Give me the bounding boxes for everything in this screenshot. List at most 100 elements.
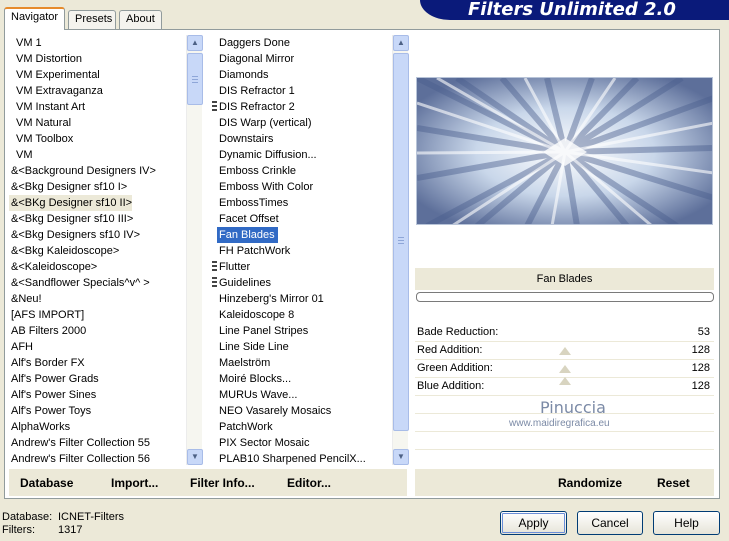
tab-label: Navigator [11,11,59,23]
filter-item[interactable]: Dynamic Diffusion... [212,147,392,163]
filter-item[interactable]: Line Panel Stripes [212,323,392,339]
filter-label: Facet Offset [219,213,279,225]
filter-item[interactable]: DIS Warp (vertical) [212,115,392,131]
category-item[interactable]: VM [9,147,186,163]
grip-icon [212,277,217,289]
category-item[interactable]: AlphaWorks [9,419,186,435]
filter-item[interactable]: Emboss Crinkle [212,163,392,179]
filter-label: PLAB10 Sharpened PencilX... [219,453,366,465]
category-item[interactable]: VM Extravaganza [9,83,186,99]
category-item[interactable]: Alf's Power Grads [9,371,186,387]
filter-item[interactable]: PatchWork [212,419,392,435]
param-label: Red Addition: [417,344,483,356]
filter-item[interactable]: PIX Sector Mosaic [212,435,392,451]
category-item[interactable]: Alf's Border FX [9,355,186,371]
filter-label: Daggers Done [219,37,290,49]
param-label: Bade Reduction: [417,326,499,338]
category-item[interactable]: &<Sandflower Specials^v^ > [9,275,186,291]
category-item[interactable]: &<Bkg Designers sf10 IV> [9,227,186,243]
category-item[interactable]: Alf's Power Toys [9,403,186,419]
category-item[interactable]: AB Filters 2000 [9,323,186,339]
editor-button[interactable]: Editor... [287,476,331,490]
category-item[interactable]: &Neu! [9,291,186,307]
category-item[interactable]: &<Bkg Designer sf10 I> [9,179,186,195]
scroll-down-icon[interactable]: ▼ [393,449,409,465]
filter-label: FH PatchWork [219,245,291,257]
filter-item[interactable]: Fan Blades [212,227,392,243]
filter-item[interactable]: Maelström [212,355,392,371]
category-item[interactable]: &<Background Designers IV> [9,163,186,179]
filter-item[interactable]: DIS Refractor 2 [212,99,392,115]
watermark-name: Pinuccia [540,398,606,417]
category-item[interactable]: VM Distortion [9,51,186,67]
category-item[interactable]: [AFS IMPORT] [9,307,186,323]
filter-item[interactable]: Guidelines [212,275,392,291]
category-item[interactable]: &<Kaleidoscope> [9,259,186,275]
filter-label: DIS Refractor 2 [219,101,295,113]
randomize-button[interactable]: Randomize [558,476,622,490]
tab-navigator[interactable]: Navigator [4,7,65,30]
import-button[interactable]: Import... [111,476,158,490]
filter-label: DIS Refractor 1 [219,85,295,97]
filter-item[interactable]: NEO Vasarely Mosaics [212,403,392,419]
tab-about[interactable]: About [119,10,162,29]
filter-item[interactable]: PLAB10 Sharpened PencilX... [212,451,392,467]
filter-item[interactable]: DIS Refractor 1 [212,83,392,99]
filter-label: NEO Vasarely Mosaics [219,405,332,417]
category-item[interactable]: VM Toolbox [9,131,186,147]
filter-label: PatchWork [219,421,273,433]
scroll-thumb[interactable] [187,53,203,105]
category-list[interactable]: VM 1 VM Distortion VM Experimental VM Extra… [9,35,186,465]
category-item[interactable]: VM Natural [9,115,186,131]
apply-button[interactable]: Apply [500,511,567,535]
category-scrollbar[interactable]: ▲ ▼ [186,35,203,465]
filter-item[interactable]: EmbossTimes [212,195,392,211]
category-item[interactable]: Andrew's Filter Collection 55 [9,435,186,451]
filter-scrollbar[interactable]: ▲ ▼ [392,35,409,465]
filter-item[interactable]: Kaleidoscope 8 [212,307,392,323]
category-item[interactable]: VM Instant Art [9,99,186,115]
filters-label: Filters: [2,524,35,536]
slider-marker-icon [558,345,572,385]
scroll-up-icon[interactable]: ▲ [393,35,409,51]
filter-item[interactable]: Emboss With Color [212,179,392,195]
category-item[interactable]: &<Bkg Designer sf10 III> [9,211,186,227]
category-item[interactable]: AFH [9,339,186,355]
filter-item[interactable]: Diamonds [212,67,392,83]
scroll-down-icon[interactable]: ▼ [187,449,203,465]
filter-info-button[interactable]: Filter Info... [190,476,255,490]
category-item[interactable]: Andrew's Filter Collection 56 [9,451,186,467]
filter-item[interactable]: Moiré Blocks... [212,371,392,387]
category-item[interactable]: VM Experimental [9,67,186,83]
tab-label: Presets [75,13,113,25]
filter-label: EmbossTimes [219,197,289,209]
param-value: 128 [691,362,710,374]
category-item[interactable]: Alf's Power Sines [9,387,186,403]
filter-item[interactable]: Line Side Line [212,339,392,355]
filter-item[interactable]: Facet Offset [212,211,392,227]
progress-bar [416,292,714,302]
watermark-url: www.maidiregrafica.eu [509,418,610,429]
filter-item[interactable]: Downstairs [212,131,392,147]
filter-item[interactable]: Flutter [212,259,392,275]
filter-item[interactable]: Daggers Done [212,35,392,51]
scroll-up-icon[interactable]: ▲ [187,35,203,51]
filter-item[interactable]: Hinzeberg's Mirror 01 [212,291,392,307]
database-button[interactable]: Database [20,476,73,490]
filter-label: PIX Sector Mosaic [219,437,310,449]
scroll-thumb[interactable] [393,53,409,431]
filter-list[interactable]: Daggers Done Diagonal Mirror Diamonds DIS R… [212,35,392,465]
filter-item[interactable]: MURUs Wave... [212,387,392,403]
filter-item[interactable]: FH PatchWork [212,243,392,259]
filter-label: Line Panel Stripes [219,325,309,337]
cancel-button[interactable]: Cancel [577,511,643,535]
reset-button[interactable]: Reset [657,476,690,490]
filter-item[interactable]: Diagonal Mirror [212,51,392,67]
help-button[interactable]: Help [653,511,720,535]
category-item[interactable]: &<BKg Designer sf10 II> [9,195,133,211]
param-row[interactable]: Bade Reduction: 53 [417,323,713,341]
tab-presets[interactable]: Presets [68,10,116,29]
category-item[interactable]: &<Bkg Kaleidoscope> [9,243,186,259]
database-label: Database: [2,511,53,523]
category-item[interactable]: VM 1 [9,35,186,51]
